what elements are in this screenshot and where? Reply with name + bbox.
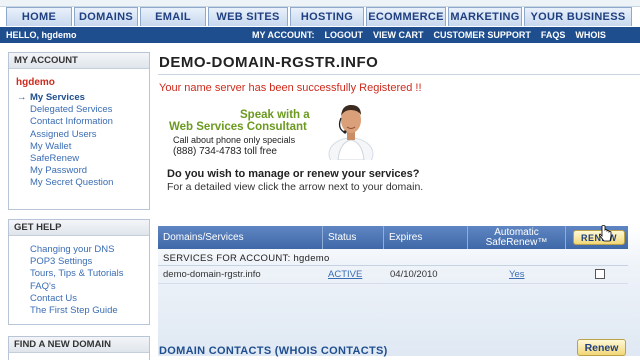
tab-your-business[interactable]: YOUR BUSINESS [524,7,632,26]
saferenew-yes-link[interactable]: Yes [509,269,525,280]
sidebar-item-my-services[interactable]: My Services [17,92,149,104]
status-active-link[interactable]: ACTIVE [328,269,362,280]
sidebar-item-my-wallet[interactable]: My Wallet [30,141,149,153]
my-account-panel: MY ACCOUNT hgdemo My Services Delegated … [8,52,150,210]
manage-question: Do you wish to manage or renew your serv… [167,168,420,180]
sidebar-item-contact-information[interactable]: Contact Information [30,116,149,128]
tab-marketing[interactable]: MARKETING [448,7,522,26]
tab-domains[interactable]: DOMAINS [74,7,138,26]
browser-top-strip [0,0,640,7]
promo-speak-text: Speak with a [240,109,310,121]
manage-instructions: For a detailed view click the arrow next… [167,181,424,193]
account-links: MY ACCOUNT: LOGOUT VIEW CART CUSTOMER SU… [252,30,606,40]
get-help-header: GET HELP [9,220,149,236]
help-item-faqs[interactable]: FAQ's [30,281,149,293]
help-item-tours-tips[interactable]: Tours, Tips & Tutorials [30,268,149,280]
account-username: hgdemo [16,77,55,88]
sidebar-item-saferenew[interactable]: SafeRenew [30,153,149,165]
main-content: DEMO-DOMAIN-RGSTR.INFO Your name server … [158,52,640,360]
col-automatic-saferenew: Automatic SafeRenew™ [468,226,566,249]
account-services-label: SERVICES FOR ACCOUNT: hgdemo [163,253,330,264]
services-table-header: Domains/Services Status Expires Automati… [158,226,628,249]
title-divider [158,74,640,75]
expires-date-cell: 04/10/2010 [390,269,438,280]
services-table: Domains/Services Status Expires Automati… [158,226,640,356]
success-message: Your name server has been successfully R… [159,82,422,94]
help-item-contact-us[interactable]: Contact Us [30,293,149,305]
my-account-link[interactable]: MY ACCOUNT: [252,30,315,40]
my-account-links: My Services Delegated Services Contact I… [9,92,149,190]
tab-email[interactable]: EMAIL [140,7,206,26]
sidebar-item-delegated-services[interactable]: Delegated Services [30,104,149,116]
tab-web-sites[interactable]: WEB SITES [208,7,288,26]
sidebar-item-my-secret-question[interactable]: My Secret Question [30,177,149,189]
saferenew-header-line2: SafeRenew™ [485,236,548,248]
view-cart-link[interactable]: VIEW CART [373,30,424,40]
sidebar-item-assigned-users[interactable]: Assigned Users [30,129,149,141]
tab-home[interactable]: HOME [6,7,72,26]
get-help-panel: GET HELP Changing your DNS POP3 Settings… [8,219,150,325]
consultant-photo [328,105,374,160]
domain-contacts-heading: DOMAIN CONTACTS (WHOIS CONTACTS) [159,345,388,357]
help-item-first-step-guide[interactable]: The First Step Guide [30,305,149,317]
find-domain-panel: FIND A NEW DOMAIN [8,336,150,360]
page-title: DEMO-DOMAIN-RGSTR.INFO [159,54,379,71]
table-row: demo-domain-rgstr.info ACTIVE 04/10/2010… [158,266,628,282]
sidebar-item-my-password[interactable]: My Password [30,165,149,177]
customer-support-link[interactable]: CUSTOMER SUPPORT [434,30,531,40]
col-expires: Expires [384,226,468,249]
mouse-pointer-icon [599,225,612,242]
user-bar: HELLO, hgdemo MY ACCOUNT: LOGOUT VIEW CA… [0,27,640,43]
faqs-link[interactable]: FAQS [541,30,566,40]
find-domain-header: FIND A NEW DOMAIN [9,337,149,353]
col-domains-services: Domains/Services [158,226,323,249]
domain-name-cell[interactable]: demo-domain-rgstr.info [163,269,261,280]
tab-ecommerce[interactable]: ECOMMERCE [366,7,446,26]
logout-link[interactable]: LOGOUT [325,30,364,40]
get-help-links: Changing your DNS POP3 Settings Tours, T… [9,244,149,317]
renew-checkbox[interactable] [595,269,605,279]
renew-button[interactable]: Renew [577,339,626,356]
help-item-changing-dns[interactable]: Changing your DNS [30,244,149,256]
promo-call-text: Call about phone only specials [173,135,296,145]
promo-consultant-text: Web Services Consultant [169,121,307,133]
whois-link[interactable]: WHOIS [575,30,606,40]
main-nav: HOME DOMAINS EMAIL WEB SITES HOSTING ECO… [0,7,640,27]
tab-hosting[interactable]: HOSTING [290,7,364,26]
saferenew-header-line1: Automatic [494,226,539,238]
promo-phone-number: (888) 734-4783 toll free [173,146,277,157]
help-item-pop3-settings[interactable]: POP3 Settings [30,256,149,268]
greeting: HELLO, hgdemo [6,30,77,40]
row-divider-bottom [158,283,628,284]
my-account-header: MY ACCOUNT [9,53,149,69]
consultant-promo[interactable]: Speak with a Web Services Consultant Cal… [168,104,328,164]
col-status: Status [323,226,384,249]
